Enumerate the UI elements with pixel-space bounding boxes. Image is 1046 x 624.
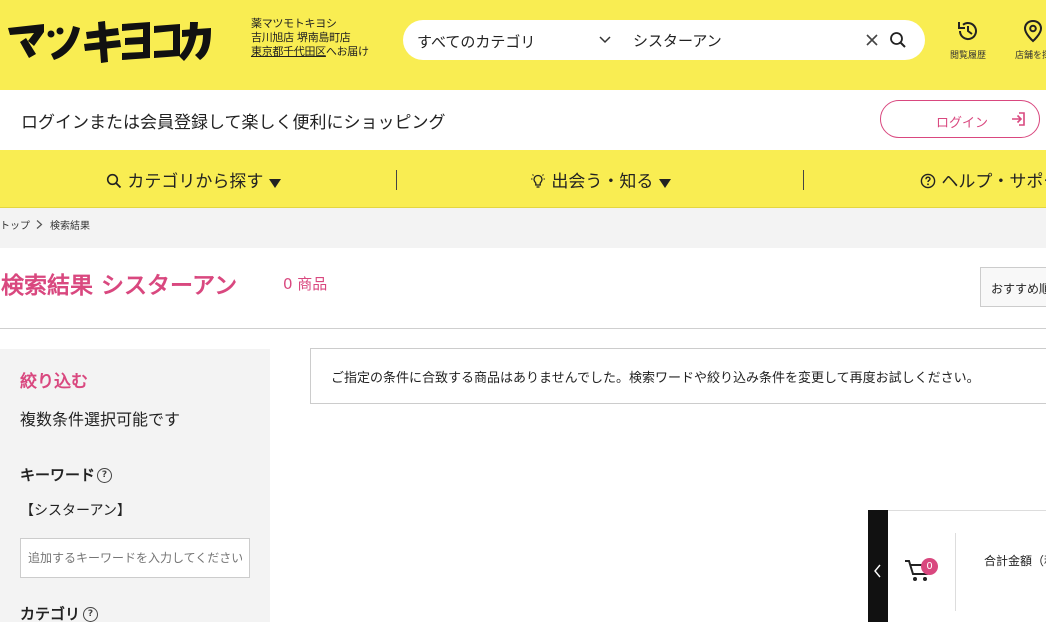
category-label: カテゴリ bbox=[20, 605, 81, 623]
delivery-suffix: へお届け bbox=[325, 45, 369, 58]
nav-item-label: カテゴリから探す bbox=[127, 172, 264, 192]
lightbulb-icon bbox=[531, 174, 545, 188]
matsukiyo-cocokara-logo[interactable] bbox=[4, 14, 216, 68]
filter-heading: 絞り込む bbox=[20, 372, 88, 392]
cart-count-badge: 0 bbox=[921, 558, 938, 575]
store-brand: 薬マツモトキヨシ bbox=[251, 17, 337, 30]
chevron-down-icon[interactable] bbox=[599, 33, 611, 45]
login-button[interactable]: ログイン bbox=[880, 100, 1040, 138]
map-pin-icon bbox=[1023, 19, 1043, 43]
caret-down-icon bbox=[268, 179, 281, 188]
store-finder-label: 店舗を探 bbox=[1014, 51, 1046, 61]
section-divider bbox=[0, 328, 1046, 329]
clear-icon[interactable] bbox=[864, 32, 880, 48]
result-count: 0 商品 bbox=[283, 275, 328, 293]
breadcrumb: トップ 検索結果 bbox=[0, 208, 1046, 248]
nav-divider bbox=[396, 170, 397, 190]
nav-item-categories[interactable]: カテゴリから探す bbox=[106, 167, 281, 192]
delivery-address-line: 東京都千代田区へお届け bbox=[251, 45, 369, 59]
main-nav: カテゴリから探す 出会う・知る ヘルプ・サポー bbox=[0, 150, 1046, 208]
keyword-label: キーワード bbox=[20, 466, 96, 484]
mini-cart: 0 合計金額（税 bbox=[888, 510, 1046, 623]
search-icon[interactable] bbox=[889, 31, 907, 49]
history-label: 閲覧履歴 bbox=[949, 51, 986, 61]
keyword-help-icon[interactable]: ? bbox=[97, 468, 112, 483]
cart-total-label: 合計金額（税 bbox=[984, 554, 1046, 568]
login-arrow-icon bbox=[1012, 112, 1025, 126]
store-names: 吉川旭店 堺南島町店 bbox=[251, 31, 351, 44]
keyword-input[interactable] bbox=[20, 538, 250, 578]
history-button[interactable]: 閲覧履歴 bbox=[943, 18, 993, 61]
no-results-message: ご指定の条件に合致する商品はありませんでした。検索ワードや絞り込み条件を変更して… bbox=[331, 371, 980, 386]
filter-subtitle: 複数条件選択可能です bbox=[20, 410, 181, 429]
caret-down-icon bbox=[658, 179, 671, 188]
no-results-notice: ご指定の条件に合致する商品はありませんでした。検索ワードや絞り込み条件を変更して… bbox=[310, 348, 1046, 404]
nav-item-label: 出会う・知る bbox=[551, 172, 654, 192]
cart-collapse-tab[interactable] bbox=[868, 510, 888, 622]
history-icon bbox=[958, 22, 977, 40]
nav-divider bbox=[803, 170, 804, 190]
keyword-value: 【シスターアン】 bbox=[20, 503, 131, 519]
sort-select-label: おすすめ順 bbox=[991, 282, 1046, 296]
page-title: 検索結果 シスターアン bbox=[1, 273, 238, 299]
nav-item-help[interactable]: ヘルプ・サポー bbox=[920, 167, 1046, 192]
cart-divider bbox=[955, 533, 956, 611]
delivery-store-info: 薬マツモトキヨシ 吉川旭店 堺南島町店 東京都千代田区へお届け bbox=[251, 17, 369, 59]
store-finder-button[interactable]: 店舗を探 bbox=[1008, 18, 1046, 61]
login-bar: ログインまたは会員登録して楽しく便利にショッピング ログイン bbox=[0, 90, 1046, 150]
login-prompt: ログインまたは会員登録して楽しく便利にショッピング bbox=[21, 113, 446, 133]
question-circle-icon bbox=[920, 173, 936, 189]
site-header: 薬マツモトキヨシ 吉川旭店 堺南島町店 東京都千代田区へお届け すべてのカテゴリ… bbox=[0, 0, 1046, 90]
breadcrumb-home[interactable]: トップ bbox=[0, 217, 30, 232]
chevron-left-icon bbox=[874, 564, 881, 578]
search-input[interactable] bbox=[633, 30, 853, 50]
search-icon bbox=[106, 173, 122, 189]
sort-select[interactable]: おすすめ順 bbox=[980, 267, 1046, 307]
nav-item-label: ヘルプ・サポー bbox=[941, 172, 1046, 192]
delivery-address-link[interactable]: 東京都千代田区 bbox=[251, 45, 326, 58]
filter-sidebar: 絞り込む 複数条件選択可能です キーワード ? 【シスターアン】 カテゴリ ? bbox=[0, 349, 270, 623]
chevron-right-icon bbox=[36, 220, 43, 229]
category-help-icon[interactable]: ? bbox=[83, 607, 98, 622]
login-button-label: ログイン bbox=[936, 116, 989, 131]
search-category-select[interactable]: すべてのカテゴリ bbox=[417, 31, 535, 52]
breadcrumb-current: 検索結果 bbox=[50, 221, 90, 232]
search-bar: すべてのカテゴリ bbox=[403, 20, 925, 60]
nav-item-discover[interactable]: 出会う・知る bbox=[530, 167, 671, 192]
